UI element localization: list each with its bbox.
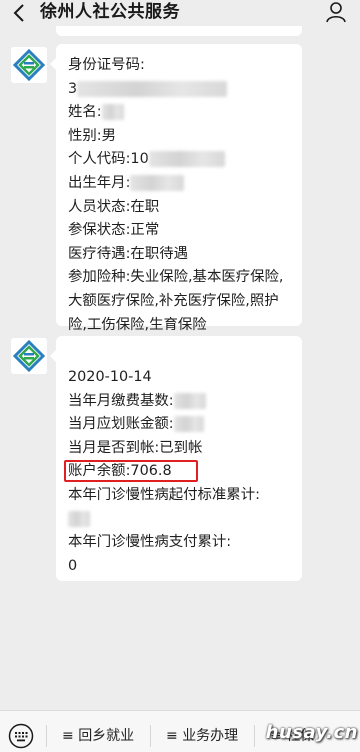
page-title: 徐州人社公共服务: [40, 2, 180, 22]
insurance-types-label: 参加险种:: [68, 269, 131, 286]
insurance-types-row: 参加险种:失业保险,基本医疗保险,大额医疗保险,补充医疗保险,照护险,工伤保险,…: [68, 266, 292, 337]
redacted-blur: [130, 174, 185, 191]
name-row: 姓名:: [68, 101, 292, 125]
insured-status-label: 参保状态:: [68, 222, 131, 239]
name-label: 姓名:: [68, 104, 102, 121]
base-amount-label: 当年月缴费基数:: [68, 392, 174, 409]
transfer-amount-row: 当月应划账金额:: [68, 413, 292, 437]
watermark-text: husay.cn: [265, 722, 358, 743]
arrival-status-value: 已到帐: [159, 439, 203, 456]
official-account-avatar[interactable]: [11, 47, 47, 83]
gender-label: 性别:: [68, 127, 102, 144]
logo-icon: [11, 47, 47, 83]
personal-code-label: 个人代码:: [68, 151, 131, 168]
chronic-threshold-label: 本年门诊慢性病起付标准累计:: [68, 486, 260, 503]
gender-value: 男: [101, 127, 117, 144]
medical-benefit-row: 医疗待遇:在职待遇: [68, 243, 292, 267]
redacted-blur: [68, 510, 90, 527]
chevron-left-icon[interactable]: [10, 2, 30, 24]
insured-status-value: 正常: [130, 222, 160, 239]
insured-status-row: 参保状态:正常: [68, 219, 292, 243]
balance-highlight-box: [64, 460, 198, 482]
message-text: 身份证号码: 3 姓名: 性别:男 个人代码:10 出生年月: 人员状态:在职 …: [68, 54, 292, 337]
redacted-blur: [148, 151, 225, 168]
date-text: 2020-10-14: [68, 369, 152, 385]
gender-row: 性别:男: [68, 125, 292, 149]
redacted-blur: [77, 80, 228, 97]
id-number-label: 身份证号码:: [68, 57, 145, 73]
base-amount-row: 当年月缴费基数:: [68, 390, 292, 414]
redacted-blur: [173, 392, 206, 409]
chronic-payment-label: 本年门诊慢性病支付累计:: [68, 534, 232, 551]
keyboard-icon[interactable]: [8, 723, 34, 749]
previous-message-bubble: [56, 26, 302, 36]
personal-code-value: 10: [130, 151, 149, 168]
menu-item-hometown-employment[interactable]: ≡ 回乡就业: [62, 725, 134, 747]
chronic-payment-row: 本年门诊慢性病支付累计:: [68, 531, 292, 555]
message-bubble-account-info: 2020-10-14 当年月缴费基数: 当月应划账金额: 当月是否到帐:已到帐 …: [50, 336, 302, 581]
menu-item-label: 业务办理: [182, 728, 239, 744]
menu-divider: [150, 725, 151, 747]
message-text: 2020-10-14 当年月缴费基数: 当月应划账金额: 当月是否到帐:已到帐 …: [64, 366, 292, 578]
menu-divider: [254, 725, 255, 747]
medical-benefit-value: 在职待遇: [130, 245, 188, 262]
menu-icon: ≡: [62, 728, 79, 744]
transfer-amount-label: 当月应划账金额:: [68, 416, 174, 433]
official-account-avatar[interactable]: [11, 338, 47, 374]
menu-divider: [46, 725, 47, 747]
medical-benefit-label: 医疗待遇:: [68, 245, 131, 262]
birth-label: 出生年月:: [68, 174, 131, 191]
arrival-status-row: 当月是否到帐:已到帐: [68, 437, 292, 461]
redacted-blur: [173, 416, 204, 433]
chronic-threshold-row: 本年门诊慢性病起付标准累计:: [68, 484, 292, 508]
person-status-row: 人员状态:在职: [68, 196, 292, 220]
birth-row: 出生年月:: [68, 172, 292, 196]
message-bubble-personal-info: 身份证号码: 3 姓名: 性别:男 个人代码:10 出生年月: 人员状态:在职 …: [50, 44, 302, 333]
redacted-blur: [101, 104, 124, 121]
id-number-value-row: 3: [68, 78, 292, 102]
person-status-label: 人员状态:: [68, 198, 131, 215]
chronic-threshold-value-row: [68, 508, 292, 532]
personal-code-row: 个人代码:10: [68, 148, 292, 172]
menu-item-label: 回乡就业: [78, 728, 135, 744]
person-icon[interactable]: [324, 0, 348, 24]
id-number-value: 3: [68, 80, 78, 97]
person-status-value: 在职: [130, 198, 160, 215]
menu-icon: ≡: [166, 728, 183, 744]
logo-icon: [11, 338, 47, 374]
arrival-status-label: 当月是否到帐:: [68, 439, 160, 456]
menu-item-business[interactable]: ≡ 业务办理: [166, 725, 238, 747]
chronic-payment-value: 0: [68, 557, 78, 574]
